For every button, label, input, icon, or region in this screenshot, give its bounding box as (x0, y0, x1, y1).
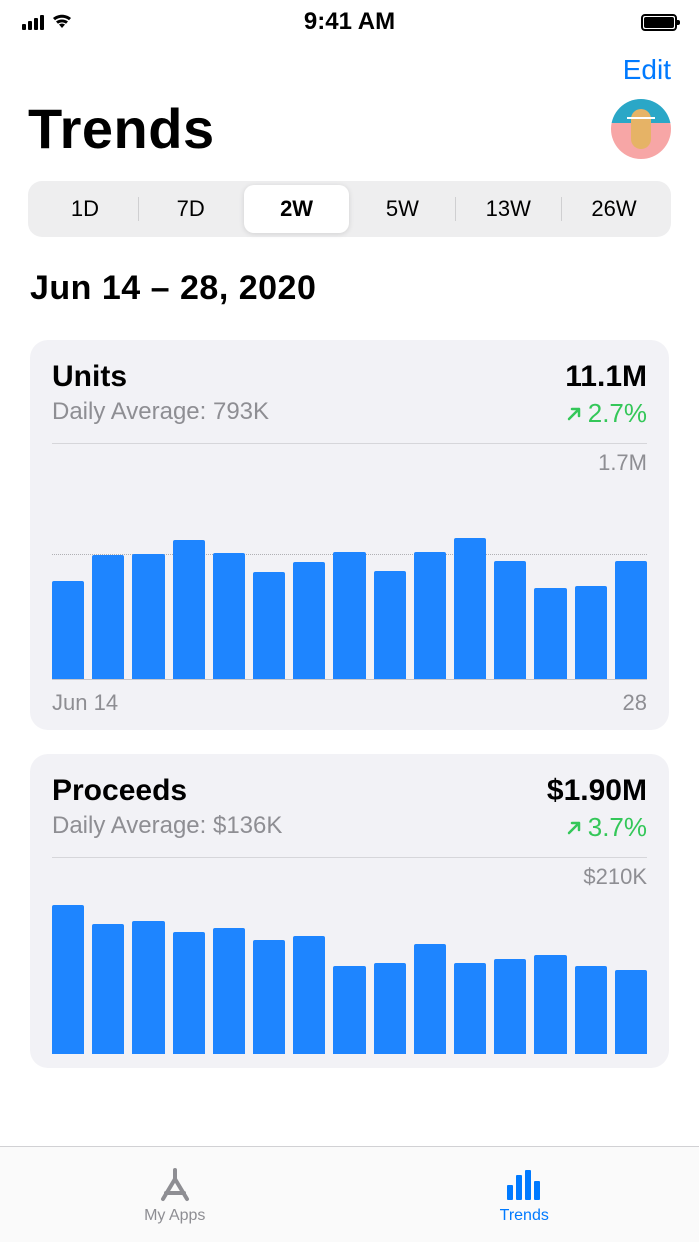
chart-bar (615, 970, 647, 1054)
cellular-signal-icon (22, 15, 44, 30)
chart-bar (293, 562, 325, 680)
segment-2w[interactable]: 2W (244, 185, 350, 233)
edit-button[interactable]: Edit (623, 54, 671, 85)
chart-bar (92, 555, 124, 680)
segment-26w[interactable]: 26W (561, 185, 667, 233)
chart-bar (52, 581, 84, 680)
chart-baseline (52, 679, 647, 680)
proceeds-title: Proceeds (52, 774, 187, 808)
segment-13w[interactable]: 13W (455, 185, 561, 233)
proceeds-chart (52, 894, 647, 1054)
status-left (22, 11, 74, 34)
proceeds-daily-average: Daily Average: $136K (52, 812, 282, 843)
chart-bar (575, 586, 607, 680)
card-divider (52, 443, 647, 444)
chart-bar (52, 905, 84, 1054)
units-x-axis-end: 28 (623, 690, 647, 716)
proceeds-total: $1.90M (547, 774, 647, 808)
units-total: 11.1M (565, 360, 647, 394)
units-title: Units (52, 360, 127, 394)
nav-bar: Edit (0, 44, 699, 86)
chart-bar (494, 959, 526, 1054)
chart-bar (454, 538, 486, 680)
units-delta: 2.7% (564, 398, 647, 429)
chart-bar (454, 963, 486, 1054)
wifi-icon (50, 11, 74, 34)
chart-bar (575, 966, 607, 1054)
chart-bar (132, 921, 164, 1054)
status-battery (641, 14, 677, 31)
chart-bar (92, 924, 124, 1054)
tab-trends[interactable]: Trends (350, 1147, 699, 1242)
chart-bar (494, 561, 526, 680)
proceeds-card[interactable]: Proceeds $1.90M Daily Average: $136K 3.7… (30, 754, 669, 1068)
battery-icon (641, 14, 677, 31)
page-header: Trends (0, 86, 699, 169)
chart-bar (414, 552, 446, 680)
units-y-axis-max: 1.7M (52, 450, 647, 480)
chart-bar (173, 932, 205, 1054)
page-title: Trends (28, 96, 215, 161)
tab-bar: My Apps Trends (0, 1146, 699, 1242)
chart-bar (534, 588, 566, 680)
arrow-up-right-icon (564, 404, 584, 424)
chart-bar (374, 963, 406, 1054)
segment-5w[interactable]: 5W (349, 185, 455, 233)
card-divider (52, 857, 647, 858)
chart-bar (374, 571, 406, 680)
bar-chart-icon (503, 1165, 545, 1205)
units-chart (52, 480, 647, 680)
time-range-segmented-control[interactable]: 1D 7D 2W 5W 13W 26W (28, 181, 671, 237)
status-bar: 9:41 AM (0, 0, 699, 44)
chart-bar (333, 552, 365, 680)
proceeds-delta: 3.7% (564, 812, 647, 843)
units-daily-average: Daily Average: 793K (52, 398, 269, 429)
chart-bar (213, 928, 245, 1054)
chart-bar (173, 540, 205, 680)
tab-trends-label: Trends (500, 1207, 549, 1225)
date-range: Jun 14 – 28, 2020 (0, 237, 699, 316)
chart-bar (293, 936, 325, 1054)
avatar[interactable] (611, 99, 671, 159)
chart-bar (333, 966, 365, 1054)
segment-1d[interactable]: 1D (32, 185, 138, 233)
status-time: 9:41 AM (304, 8, 395, 36)
chart-bar (213, 553, 245, 680)
chart-bar (253, 572, 285, 680)
chart-bar (414, 944, 446, 1054)
tab-my-apps[interactable]: My Apps (0, 1147, 350, 1242)
chart-bar (534, 955, 566, 1054)
chart-bar (132, 554, 164, 680)
tab-my-apps-label: My Apps (144, 1207, 205, 1225)
proceeds-y-axis-max: $210K (52, 864, 647, 894)
segment-7d[interactable]: 7D (138, 185, 244, 233)
units-x-axis-start: Jun 14 (52, 690, 118, 716)
arrow-up-right-icon (564, 818, 584, 838)
units-card[interactable]: Units 11.1M Daily Average: 793K 2.7% 1.7… (30, 340, 669, 730)
chart-bar (253, 940, 285, 1054)
chart-bar (615, 561, 647, 680)
apps-icon (154, 1165, 196, 1205)
